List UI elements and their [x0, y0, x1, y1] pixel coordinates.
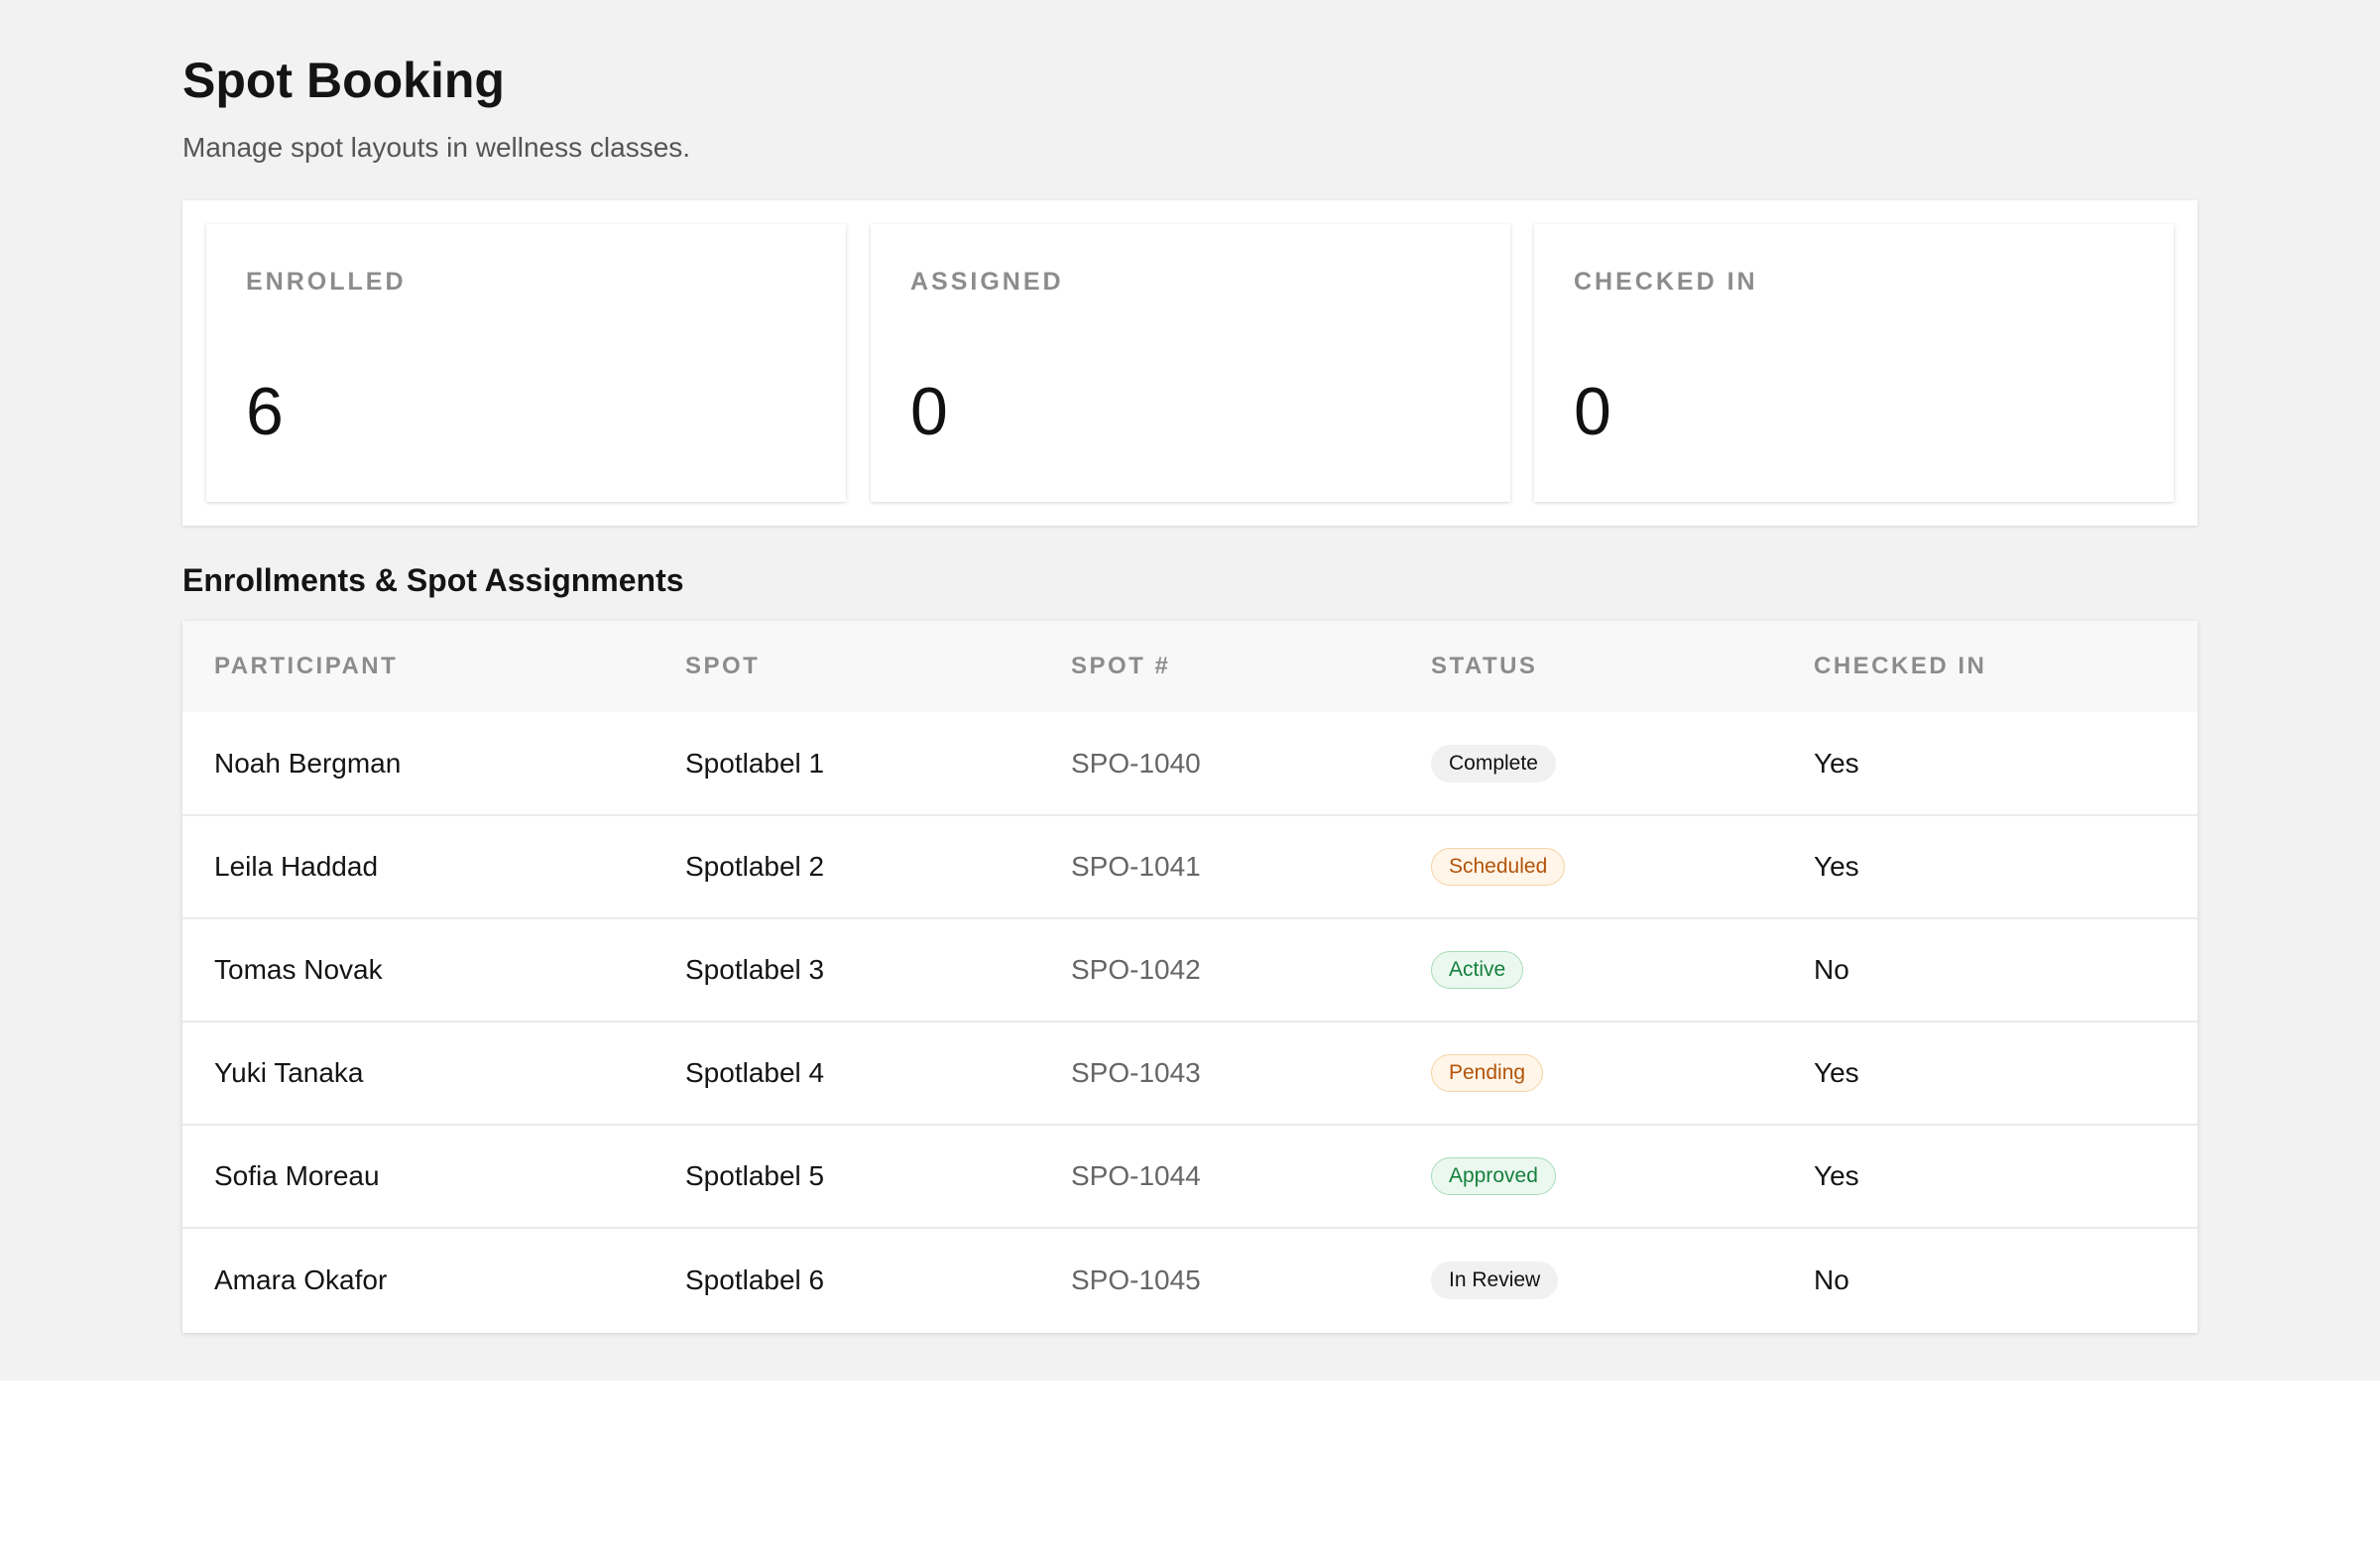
status-cell: Pending — [1399, 1022, 1782, 1125]
spot-cell: Spotlabel 5 — [685, 1160, 825, 1191]
stat-value: 0 — [910, 374, 948, 449]
spot-number-cell: SPO-1044 — [1071, 1160, 1201, 1191]
stat-label: ASSIGNED — [910, 268, 1064, 296]
column-header-status: STATUS — [1431, 653, 1538, 679]
stat-card-checked-in: CHECKED IN 0 — [1534, 224, 2174, 502]
status-cell: Complete — [1399, 712, 1782, 815]
spot-number-cell: SPO-1042 — [1071, 954, 1201, 985]
spot-cell: Spotlabel 4 — [685, 1057, 825, 1088]
column-header-spot: SPOT — [685, 653, 761, 679]
page-subtitle: Manage spot layouts in wellness classes. — [182, 132, 691, 163]
spot-cell: Spotlabel 3 — [685, 954, 825, 985]
page-title: Spot Booking — [182, 53, 505, 108]
table-row: Tomas Novak Spotlabel 3 SPO-1042 Active … — [182, 918, 2198, 1022]
spot-number-cell: SPO-1043 — [1071, 1057, 1201, 1088]
participant-cell: Leila Haddad — [214, 851, 379, 882]
enrollments-table: PARTICIPANT SPOT SPOT # STATUS CHECKED I… — [182, 621, 2198, 1331]
participant-cell: Yuki Tanaka — [214, 1057, 364, 1088]
table-row: Noah Bergman Spotlabel 1 SPO-1040 Comple… — [182, 712, 2198, 815]
checked-in-cell: Yes — [1814, 851, 1859, 882]
status-badge: Approved — [1431, 1157, 1556, 1195]
status-cell: Active — [1399, 918, 1782, 1022]
spot-number-cell: SPO-1041 — [1071, 851, 1201, 882]
status-badge: Complete — [1431, 744, 1556, 782]
table-row: Amara Okafor Spotlabel 6 SPO-1045 In Rev… — [182, 1228, 2198, 1331]
checked-in-cell: Yes — [1814, 747, 1859, 779]
column-header-spot-number: SPOT # — [1071, 653, 1171, 679]
participant-cell: Sofia Moreau — [214, 1160, 380, 1191]
table-row: Sofia Moreau Spotlabel 5 SPO-1044 Approv… — [182, 1125, 2198, 1228]
status-badge: Pending — [1431, 1054, 1544, 1092]
table-row: Leila Haddad Spotlabel 2 SPO-1041 Schedu… — [182, 815, 2198, 918]
status-badge: In Review — [1431, 1261, 1559, 1299]
status-cell: In Review — [1399, 1228, 1782, 1331]
section-title: Enrollments & Spot Assignments — [182, 562, 684, 598]
spot-number-cell: SPO-1040 — [1071, 747, 1201, 779]
column-header-checked-in: CHECKED IN — [1814, 653, 1987, 679]
stat-card-assigned: ASSIGNED 0 — [871, 224, 1510, 502]
stats-panel: ENROLLED 6 ASSIGNED 0 CHECKED IN 0 — [182, 200, 2198, 526]
table-row: Yuki Tanaka Spotlabel 4 SPO-1043 Pending… — [182, 1022, 2198, 1125]
status-badge: Active — [1431, 951, 1524, 989]
stat-label: CHECKED IN — [1574, 268, 1758, 296]
participant-cell: Noah Bergman — [214, 747, 402, 779]
stat-value: 0 — [1574, 374, 1611, 449]
page: Spot Booking Manage spot layouts in well… — [0, 0, 2380, 1381]
table-header-row: PARTICIPANT SPOT SPOT # STATUS CHECKED I… — [182, 621, 2198, 712]
status-cell: Approved — [1399, 1125, 1782, 1228]
checked-in-cell: No — [1814, 954, 1849, 985]
participant-cell: Amara Okafor — [214, 1263, 388, 1295]
checked-in-cell: No — [1814, 1263, 1849, 1295]
column-header-participant: PARTICIPANT — [214, 653, 399, 679]
spot-number-cell: SPO-1045 — [1071, 1263, 1201, 1295]
checked-in-cell: Yes — [1814, 1057, 1859, 1088]
status-cell: Scheduled — [1399, 815, 1782, 918]
spot-cell: Spotlabel 1 — [685, 747, 825, 779]
stat-value: 6 — [246, 374, 284, 449]
enrollments-table-panel: PARTICIPANT SPOT SPOT # STATUS CHECKED I… — [182, 621, 2198, 1333]
spot-cell: Spotlabel 6 — [685, 1263, 825, 1295]
stat-card-enrolled: ENROLLED 6 — [206, 224, 846, 502]
participant-cell: Tomas Novak — [214, 954, 383, 985]
spot-cell: Spotlabel 2 — [685, 851, 825, 882]
status-badge: Scheduled — [1431, 848, 1566, 886]
checked-in-cell: Yes — [1814, 1160, 1859, 1191]
stat-label: ENROLLED — [246, 268, 407, 296]
